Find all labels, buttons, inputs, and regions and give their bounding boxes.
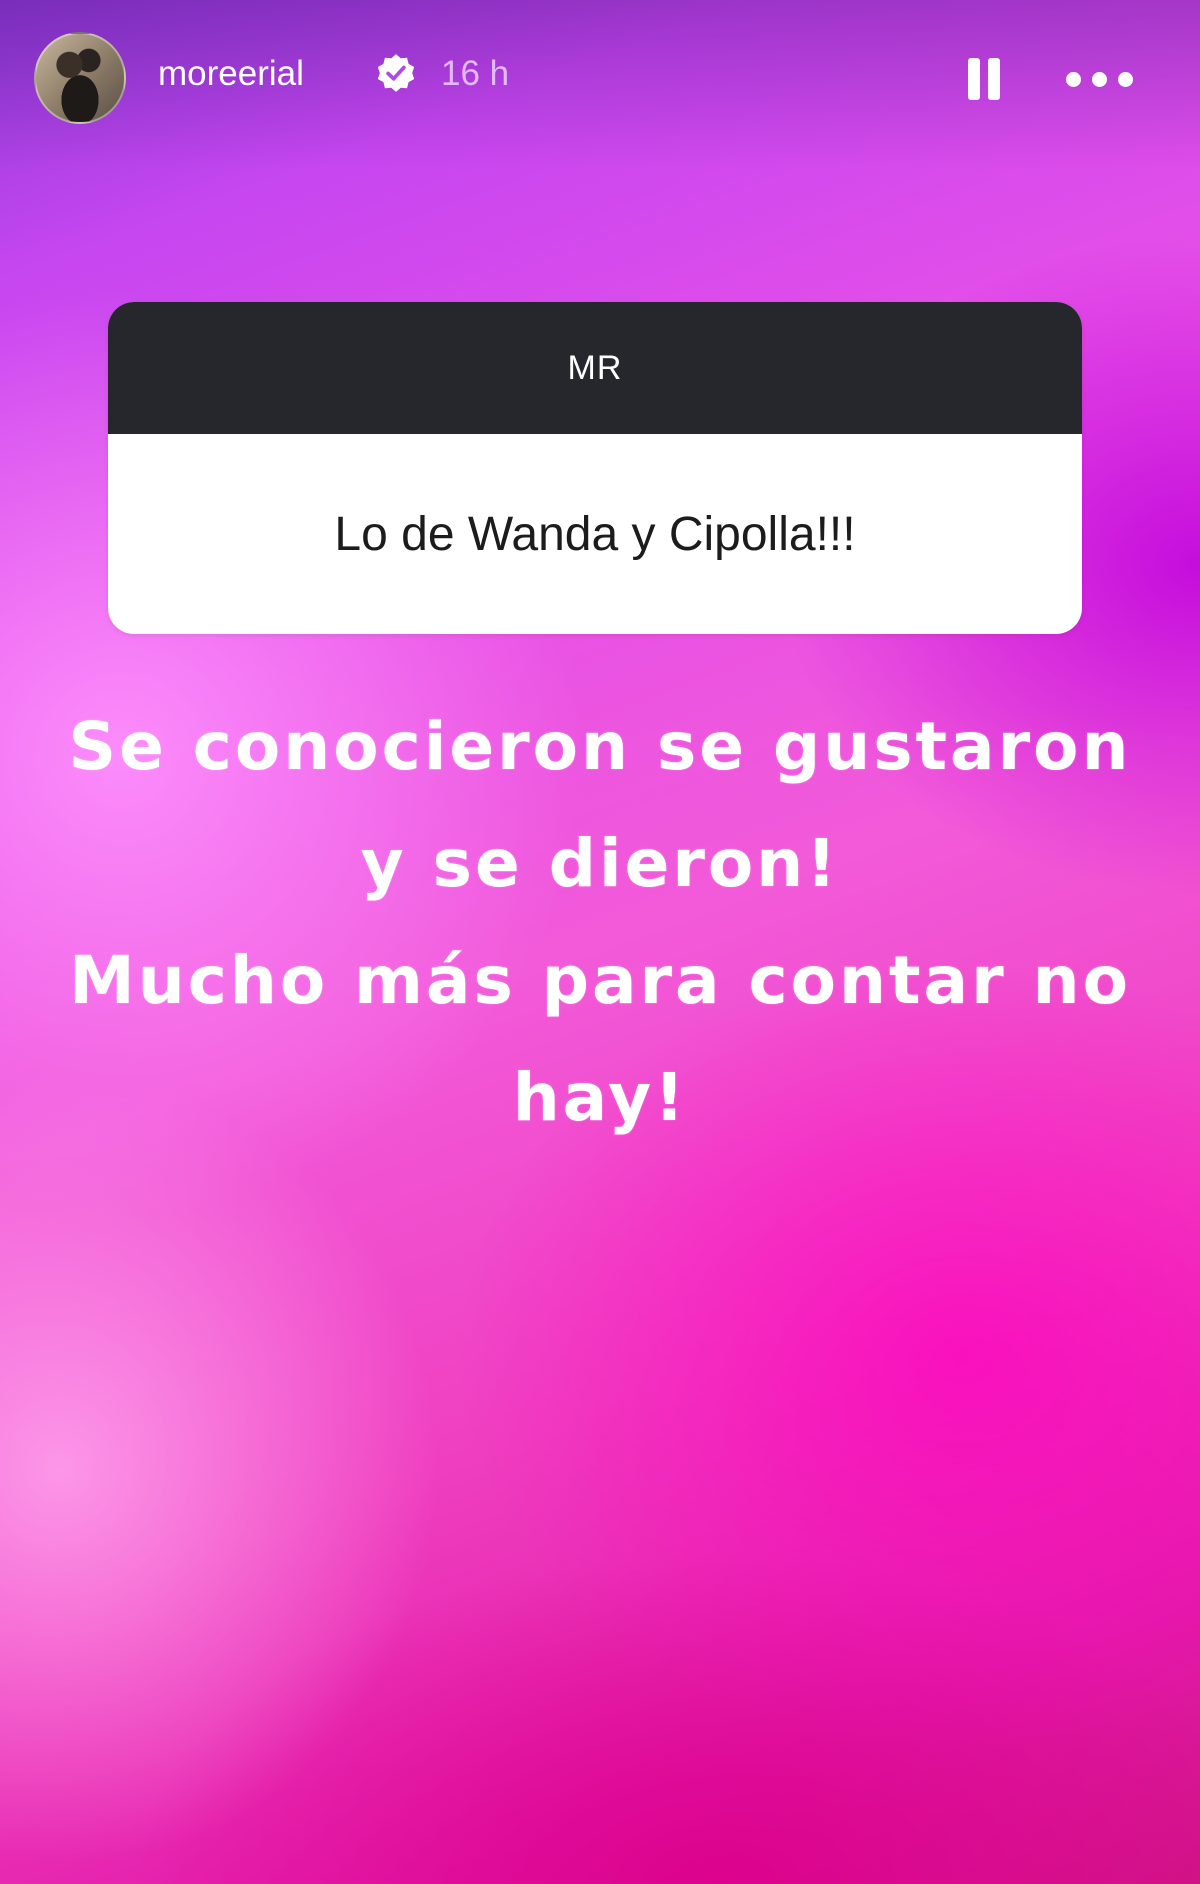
verified-badge-icon <box>377 54 415 92</box>
story-header: moreerial 16 h <box>30 28 1170 128</box>
caption-line: hay! <box>512 1059 688 1136</box>
pause-button[interactable] <box>960 48 1010 108</box>
question-sticker[interactable]: MR Lo de Wanda y Cipolla!!! <box>108 302 1082 634</box>
more-horizontal-icon <box>1066 72 1081 87</box>
more-horizontal-icon-dot <box>1118 72 1133 87</box>
more-horizontal-icon-dot <box>1092 72 1107 87</box>
avatar[interactable] <box>34 32 126 124</box>
question-sticker-header: MR <box>108 302 1082 434</box>
pause-icon <box>968 58 980 100</box>
story-caption: Se conocieron se gustaron y se dieron! M… <box>40 688 1160 1156</box>
question-text: Lo de Wanda y Cipolla!!! <box>334 507 856 561</box>
question-sticker-title: MR <box>567 348 623 387</box>
caption-line: Mucho más para contar no <box>69 942 1131 1019</box>
caption-line: Se conocieron se gustaron <box>68 708 1132 785</box>
caption-line: y se dieron! <box>360 825 840 902</box>
story-viewer[interactable]: moreerial 16 h MR Lo de Wanda y Cipolla!… <box>0 0 1200 1884</box>
story-timestamp: 16 h <box>441 54 510 93</box>
question-sticker-body: Lo de Wanda y Cipolla!!! <box>108 434 1082 634</box>
pause-icon-bar <box>988 58 1000 100</box>
more-options-button[interactable] <box>1060 54 1140 104</box>
username[interactable]: moreerial <box>158 54 304 94</box>
